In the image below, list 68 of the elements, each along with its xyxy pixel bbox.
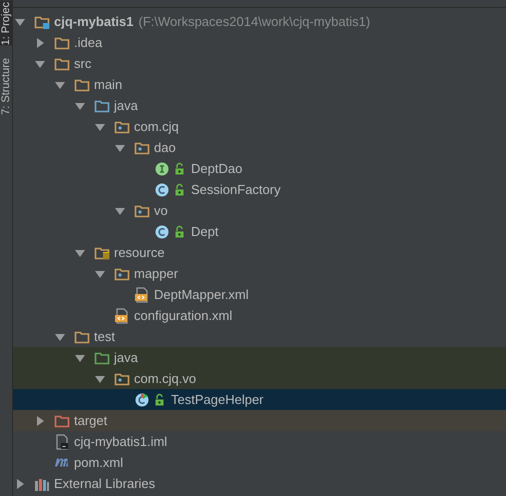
tree-item[interactable]: pom.xml	[13, 452, 506, 474]
collapsed-arrow-icon[interactable]	[34, 414, 46, 427]
tree-item[interactable]: .idea	[13, 32, 506, 54]
collapsed-arrow-icon[interactable]	[14, 478, 26, 490]
item-label: java	[114, 349, 138, 367]
tree-item[interactable]: resource	[13, 242, 506, 264]
item-label: com.cjq	[134, 118, 179, 136]
item-label: .idea	[74, 34, 102, 52]
tree-item[interactable]: dao	[13, 137, 506, 158]
item-label: configuration.xml	[134, 307, 232, 325]
tree-item[interactable]: test	[13, 326, 506, 348]
tree-item[interactable]: java	[13, 95, 506, 116]
item-label: com.cjq.vo	[134, 370, 196, 388]
folder-icon	[94, 350, 111, 366]
tree-item[interactable]: cjq-mybatis1.iml	[13, 431, 506, 452]
item-label: test	[94, 328, 115, 346]
tree-item[interactable]: Dept	[13, 221, 506, 242]
item-label: External Libraries	[54, 475, 156, 493]
package-icon	[114, 266, 131, 282]
item-label: src	[74, 55, 92, 73]
tree-item[interactable]: com.cjq.vo	[13, 368, 506, 390]
item-label: main	[94, 76, 122, 94]
tool-window-tab[interactable]: 1: Projec	[0, 0, 12, 46]
tree-item[interactable]: cjq-mybatis1 (F:\Workspaces2014\work\cjq-mybatis1)	[13, 11, 506, 32]
item-label: target	[74, 412, 108, 430]
package-icon	[134, 140, 151, 156]
item-label: resource	[114, 244, 165, 262]
file-icon	[54, 434, 71, 450]
tool-window-tab[interactable]: 7: Structure	[0, 58, 12, 116]
folder-icon	[94, 98, 111, 114]
item-label: pom.xml	[74, 454, 124, 472]
package-icon	[114, 118, 131, 135]
collapsed-arrow-icon[interactable]	[34, 36, 46, 49]
tree-item[interactable]: main	[13, 74, 506, 96]
resource-folder-icon	[94, 244, 111, 261]
item-label: vo	[154, 202, 168, 220]
item-label: DeptDao	[191, 160, 242, 178]
tree-item[interactable]: vo	[13, 200, 506, 222]
folder-icon	[74, 76, 91, 93]
item-label: dao	[154, 139, 176, 157]
item-label: DeptMapper.xml	[154, 286, 249, 304]
tree-item[interactable]: configuration.xml	[13, 305, 506, 326]
module-folder-icon	[34, 14, 51, 30]
tree-item[interactable]: TestPageHelper	[13, 389, 506, 410]
folder-icon	[54, 56, 71, 72]
tree-item[interactable]: DeptMapper.xml	[13, 284, 506, 306]
tree-item[interactable]: SessionFactory	[13, 179, 506, 200]
tree-item[interactable]: java	[13, 347, 506, 368]
folder-icon	[54, 412, 71, 429]
tree-item[interactable]: DeptDao	[13, 158, 506, 180]
item-label: mapper	[134, 265, 178, 283]
tree-item[interactable]: mapper	[13, 263, 506, 284]
path-label: (F:\Workspaces2014\work\cjq-mybatis1)	[138, 13, 370, 31]
item-label: SessionFactory	[191, 181, 281, 199]
tree-item[interactable]: src	[13, 53, 506, 74]
item-label: Dept	[191, 223, 218, 241]
item-label: java	[114, 97, 138, 115]
item-label: cjq-mybatis1.iml	[74, 433, 168, 451]
package-icon	[134, 202, 151, 219]
tree-item[interactable]: External Libraries	[13, 473, 506, 494]
folder-icon	[74, 328, 91, 345]
item-label: TestPageHelper	[171, 391, 264, 409]
maven-icon	[54, 458, 71, 468]
item-label: cjq-mybatis1	[54, 13, 134, 31]
tree-item[interactable]: com.cjq	[13, 116, 506, 138]
tree-item[interactable]: target	[13, 410, 506, 432]
folder-icon	[54, 34, 71, 51]
package-icon	[114, 370, 131, 387]
